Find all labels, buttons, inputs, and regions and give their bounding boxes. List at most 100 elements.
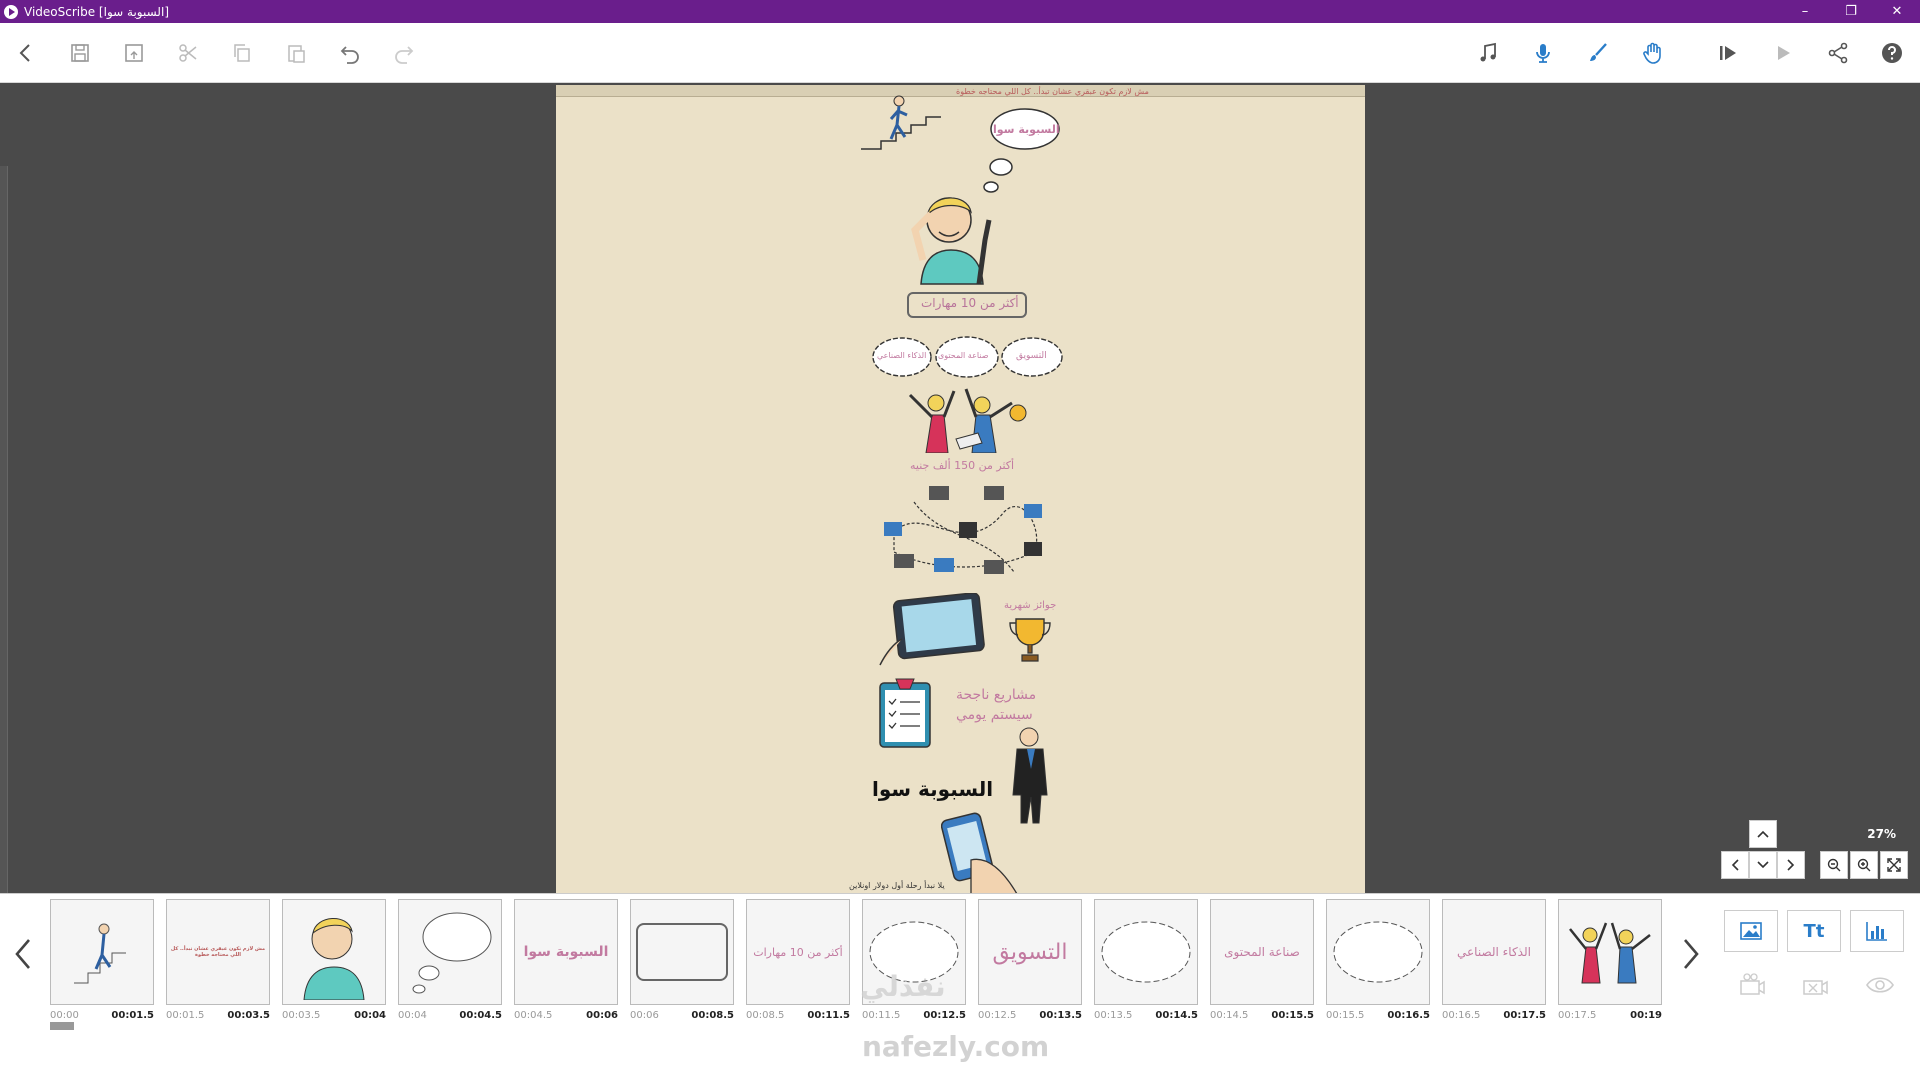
minimize-button[interactable]: – xyxy=(1782,0,1828,23)
play-icon xyxy=(1778,46,1790,60)
timeline-scrollbar-thumb[interactable] xyxy=(50,1022,74,1030)
timeline-frame-1[interactable] xyxy=(50,899,154,1005)
save-button[interactable] xyxy=(64,37,96,69)
timeline-frame-9[interactable]: التسويق xyxy=(978,899,1082,1005)
big-title-text: السبوبة سوا xyxy=(872,777,994,801)
chevron-up-icon xyxy=(1757,830,1769,838)
frame-2-times: 00:01.5 00:03.5 xyxy=(166,1010,270,1021)
zoom-in-icon xyxy=(1857,858,1871,872)
close-button[interactable]: ✕ xyxy=(1874,0,1920,23)
chevron-right-icon xyxy=(1684,939,1699,969)
pan-up-button[interactable] xyxy=(1749,820,1777,848)
copy-button[interactable] xyxy=(226,37,258,69)
frame-thumbnail-celebrating xyxy=(1569,922,1651,984)
frame-12-times: 00:15.5 00:16.5 xyxy=(1326,1010,1430,1021)
vertical-ruler xyxy=(0,166,8,976)
frame-4-times: 00:04 00:04.5 xyxy=(398,1010,502,1021)
timeline-frame-14[interactable] xyxy=(1558,899,1662,1005)
zoom-out-button[interactable] xyxy=(1820,851,1848,879)
monthly-prizes-text: جوائز شهرية xyxy=(1004,600,1057,611)
cloud-ai-text: الذكاء الصناعي xyxy=(877,351,927,360)
play-from-here-button[interactable] xyxy=(1712,37,1744,69)
back-button[interactable] xyxy=(10,37,42,69)
timeline-scroll-right-button[interactable] xyxy=(1676,934,1706,974)
save-as-button[interactable] xyxy=(118,37,150,69)
zoom-level: 27% xyxy=(1867,827,1896,841)
cloud-marketing-text: التسويق xyxy=(1016,351,1047,361)
timeline-frame-4[interactable] xyxy=(398,899,502,1005)
frame-13-times: 00:16.5 00:17.5 xyxy=(1442,1010,1546,1021)
timeline-frame-6[interactable] xyxy=(630,899,734,1005)
pan-down-button[interactable] xyxy=(1749,851,1777,879)
timeline-scroll-left-button[interactable] xyxy=(8,934,38,974)
timeline-frame-10[interactable] xyxy=(1094,899,1198,1005)
timeline-frame-7[interactable]: أكثر من 10 مهارات xyxy=(746,899,850,1005)
bubble-title: السبوبة سوا xyxy=(993,123,1060,136)
hand-icon xyxy=(1643,42,1661,64)
celebrating-people-image xyxy=(908,388,1027,453)
paste-icon xyxy=(288,45,305,63)
top-caption: مش لازم تكون عبقري عشان تبدأ.. كل اللي م… xyxy=(956,87,1149,96)
frame-6-times: 00:06 00:08.5 xyxy=(630,1010,734,1021)
camera-remove-icon xyxy=(1803,980,1828,995)
undo-icon xyxy=(340,46,359,64)
brush-icon xyxy=(1590,43,1607,61)
frame-thumbnail-thinking-man xyxy=(303,917,365,1000)
canvas-page[interactable]: مش لازم تكون عبقري عشان تبدأ.. كل اللي م… xyxy=(556,85,1365,895)
watermark-logo-text: نفذلي xyxy=(860,970,946,1003)
back-icon xyxy=(19,44,30,62)
timeline-frame-13[interactable]: الذكاء الصناعي xyxy=(1442,899,1546,1005)
camera-add-button[interactable] xyxy=(1732,968,1772,1002)
add-text-button[interactable]: Tt xyxy=(1787,910,1841,952)
thinking-man-image xyxy=(911,197,992,285)
add-chart-button[interactable] xyxy=(1850,910,1904,952)
chevron-down-icon xyxy=(1757,861,1769,869)
paste-button[interactable] xyxy=(280,37,312,69)
tablet-hand-image xyxy=(879,593,985,666)
add-image-button[interactable] xyxy=(1724,910,1778,952)
pan-left-button[interactable] xyxy=(1721,851,1749,879)
zoom-in-button[interactable] xyxy=(1850,851,1878,879)
phone-hand-image xyxy=(941,812,1019,895)
clipboard-image xyxy=(879,678,931,748)
fit-screen-button[interactable] xyxy=(1880,851,1908,879)
redo-icon xyxy=(395,46,414,64)
chevron-left-icon xyxy=(15,939,30,969)
camera-remove-button[interactable] xyxy=(1795,968,1835,1002)
help-button[interactable] xyxy=(1876,37,1908,69)
frame-thumbnail-box xyxy=(636,923,728,981)
microphone-icon xyxy=(1536,44,1550,63)
frame-3-times: 00:03.5 00:04 xyxy=(282,1010,386,1021)
watermark-url: nafezly.com xyxy=(862,1030,1050,1063)
timeline-frame-11[interactable]: صناعة المحتوى xyxy=(1210,899,1314,1005)
image-icon xyxy=(1740,922,1762,940)
camera-add-icon xyxy=(1740,973,1765,995)
frame-9-times: 00:12.5 00:13.5 xyxy=(978,1010,1082,1021)
skills-box-text: أكثر من 10 مهارات xyxy=(921,296,1019,310)
timeline-frame-12[interactable] xyxy=(1326,899,1430,1005)
voiceover-button[interactable] xyxy=(1527,37,1559,69)
help-icon xyxy=(1882,43,1902,63)
fullscreen-icon xyxy=(1887,858,1901,872)
cut-icon xyxy=(179,44,197,62)
music-button[interactable] xyxy=(1472,37,1504,69)
timeline-frame-5[interactable]: السبوبة سوا xyxy=(514,899,618,1005)
undo-button[interactable] xyxy=(334,37,366,69)
timeline-frame-3[interactable] xyxy=(282,899,386,1005)
hand-style-button[interactable] xyxy=(1582,37,1614,69)
share-button[interactable] xyxy=(1822,37,1854,69)
restore-button[interactable]: ❐ xyxy=(1828,0,1874,23)
bottom-caption: يلا نبدأ رحلة أول دولار اونلاين xyxy=(849,881,945,890)
projects-line1-text: مشاريع ناجحة xyxy=(956,687,1037,703)
trophy-image xyxy=(1009,618,1051,662)
frame-10-times: 00:13.5 00:14.5 xyxy=(1094,1010,1198,1021)
redo-button[interactable] xyxy=(388,37,420,69)
timeline-frame-2[interactable]: مش لازم تكون عبقري عشان تبدأ.. كل اللي م… xyxy=(166,899,270,1005)
preview-visibility-button[interactable] xyxy=(1860,968,1900,1002)
cut-button[interactable] xyxy=(172,37,204,69)
pan-right-button[interactable] xyxy=(1777,851,1805,879)
projects-line2-text: سيستم يومي xyxy=(956,707,1033,723)
play-button[interactable] xyxy=(1767,37,1799,69)
network-people-image xyxy=(884,486,1042,574)
hand-button[interactable] xyxy=(1636,37,1668,69)
